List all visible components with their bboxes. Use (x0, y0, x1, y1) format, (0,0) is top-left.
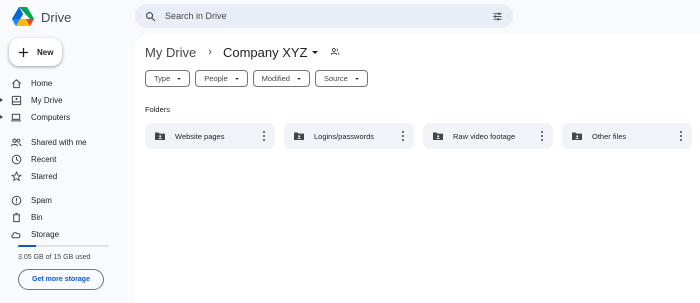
sidebar-item-computers[interactable]: Computers (10, 109, 125, 125)
more-options-icon[interactable] (678, 130, 684, 142)
sidebar-item-starred[interactable]: Starred (10, 168, 125, 184)
more-options-icon[interactable] (539, 130, 545, 142)
folder-name: Logins/passwords (314, 131, 375, 141)
shared-folder-icon (433, 132, 443, 140)
storage-progress (18, 245, 109, 247)
breadcrumb-separator: › (208, 46, 212, 58)
chevron-down-icon[interactable] (311, 50, 318, 54)
sidebar-item-label: Recent (31, 154, 57, 164)
sidebar-item-label: Bin (31, 212, 43, 222)
star-icon (10, 170, 22, 182)
search-icon[interactable] (145, 11, 156, 22)
sidebar-item-label: Computers (31, 112, 71, 122)
home-icon (10, 77, 22, 89)
sidebar-item-recent[interactable]: Recent (10, 151, 125, 167)
chevron-down-icon (296, 77, 301, 80)
search-input[interactable]: Search in Drive (165, 11, 492, 21)
filter-source-chip[interactable]: Source (314, 70, 368, 87)
expand-arrow-icon[interactable] (0, 98, 3, 102)
expand-arrow-icon[interactable] (0, 115, 3, 119)
folder-card[interactable]: Logins/passwords (284, 123, 414, 149)
folder-name: Other files (592, 131, 627, 141)
chevron-down-icon (177, 77, 182, 80)
breadcrumb-current[interactable]: Company XYZ (223, 45, 308, 60)
folders-heading: Folders (145, 105, 171, 114)
shared-folder-icon (155, 132, 165, 140)
clock-icon (10, 153, 22, 165)
app-title: Drive (41, 9, 72, 25)
more-options-icon[interactable] (261, 130, 267, 142)
filter-people-chip[interactable]: People (195, 70, 248, 87)
drive-logo-icon (12, 7, 34, 26)
computer-icon (10, 111, 22, 123)
trash-icon (10, 211, 22, 223)
drive-icon (10, 94, 22, 106)
spam-icon (10, 194, 22, 206)
sidebar-item-my-drive[interactable]: My Drive (10, 92, 125, 108)
sidebar-item-spam[interactable]: Spam (10, 192, 125, 208)
sidebar-item-label: Shared with me (31, 137, 87, 147)
breadcrumb-root[interactable]: My Drive (145, 45, 196, 60)
sidebar-item-home[interactable]: Home (10, 75, 125, 91)
search-bar[interactable]: Search in Drive (135, 4, 513, 28)
filter-label: Modified (261, 74, 290, 83)
sidebar-item-label: My Drive (31, 95, 63, 105)
folder-card[interactable]: Other files (562, 123, 692, 149)
filter-modified-chip[interactable]: Modified (252, 70, 310, 87)
storage-progress-fill (18, 245, 37, 247)
sidebar-item-storage[interactable]: Storage (10, 226, 125, 242)
chevron-down-icon (354, 77, 359, 80)
filter-bar: Type People Modified Source (145, 70, 368, 87)
plus-icon (18, 47, 29, 57)
sidebar-item-bin[interactable]: Bin (10, 209, 125, 225)
get-more-storage-button[interactable]: Get more storage (18, 269, 104, 290)
filter-label: People (204, 74, 228, 83)
folder-grid: Website pages Logins/passwords Raw video… (145, 123, 692, 149)
sidebar-item-label: Spam (31, 195, 52, 205)
sidebar-item-shared[interactable]: Shared with me (10, 134, 125, 150)
people-icon (10, 136, 22, 148)
drive-logo[interactable]: Drive (12, 6, 71, 28)
filter-type-chip[interactable]: Type (145, 70, 191, 87)
folder-card[interactable]: Website pages (145, 123, 275, 149)
sidebar-item-label: Home (31, 78, 53, 88)
new-button-label: New (37, 47, 54, 57)
search-options-icon[interactable] (492, 11, 503, 22)
filter-label: Type (154, 74, 171, 83)
shared-folder-icon (572, 132, 582, 140)
filter-label: Source (323, 74, 348, 83)
main-panel: My Drive › Company XYZ Type People Modif… (135, 34, 700, 303)
shared-folder-icon (294, 132, 304, 140)
folder-name: Raw video footage (453, 131, 516, 141)
storage-usage-text: 3.05 GB of 15 GB used (18, 254, 91, 261)
breadcrumb: My Drive › Company XYZ (145, 43, 340, 61)
chevron-down-icon (234, 77, 239, 80)
share-people-icon[interactable] (330, 43, 340, 61)
folder-name: Website pages (175, 131, 225, 141)
cloud-icon (10, 228, 22, 240)
new-button[interactable]: New (9, 38, 62, 66)
more-options-icon[interactable] (400, 130, 406, 142)
folder-card[interactable]: Raw video footage (423, 123, 553, 149)
sidebar-item-label: Starred (31, 171, 58, 181)
sidebar-item-label: Storage (31, 229, 60, 239)
